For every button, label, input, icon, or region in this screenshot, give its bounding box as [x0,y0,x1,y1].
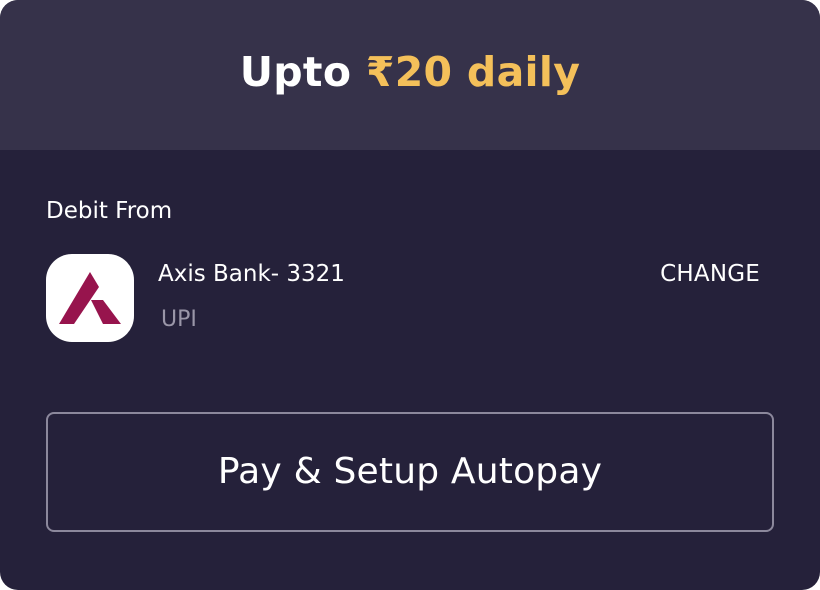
pay-button-label: Pay & Setup Autopay [217,450,603,492]
autopay-card: Upto ₹20 daily Debit From Axis Bank- 332… [0,0,820,590]
bank-account-name: Axis Bank- 3321 [158,261,345,287]
pay-setup-autopay-button[interactable]: Pay & Setup Autopay [46,412,774,532]
change-bank-link[interactable]: CHANGE [660,261,760,287]
debit-from-label: Debit From [46,198,173,224]
axis-bank-logo-icon [59,272,121,324]
header-title-prefix: Upto [239,48,366,96]
bank-logo [46,254,134,342]
payment-method: UPI [161,307,197,332]
header-title: Upto ₹20 daily [240,48,581,96]
card-header: Upto ₹20 daily [0,0,820,150]
header-title-amount: ₹20 daily [365,48,581,96]
